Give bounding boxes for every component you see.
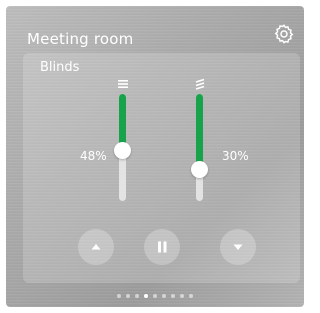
page-dot[interactable]	[171, 294, 175, 298]
angle-slider-track[interactable]	[191, 94, 208, 201]
page-dot[interactable]	[117, 294, 121, 298]
down-button[interactable]	[220, 229, 256, 265]
room-widget: Meeting room Blinds 48% 30%	[6, 6, 304, 307]
page-dot[interactable]	[162, 294, 166, 298]
up-button[interactable]	[78, 229, 114, 265]
panel-title: Blinds	[40, 60, 80, 75]
height-slider-track[interactable]	[114, 94, 131, 201]
blinds-panel: Blinds 48% 30%	[23, 53, 300, 283]
gear-icon[interactable]	[273, 23, 295, 45]
slat-angle-icon	[195, 78, 205, 90]
page-dot[interactable]	[126, 294, 130, 298]
page-indicator	[6, 294, 304, 298]
room-title: Meeting room	[27, 30, 134, 48]
page-dot[interactable]	[153, 294, 157, 298]
page-dot[interactable]	[189, 294, 193, 298]
height-value: 48%	[80, 149, 107, 163]
angle-slider-fill	[196, 94, 203, 169]
page-dot[interactable]	[180, 294, 184, 298]
angle-slider-thumb[interactable]	[191, 161, 208, 178]
pause-button[interactable]	[144, 229, 180, 265]
blind-height-icon	[118, 80, 128, 88]
page-dot[interactable]	[135, 294, 139, 298]
page-dot[interactable]	[144, 294, 148, 298]
angle-value: 30%	[222, 149, 249, 163]
triangle-up-icon	[91, 244, 101, 250]
height-slider-thumb[interactable]	[114, 142, 131, 159]
triangle-down-icon	[233, 244, 243, 250]
pause-icon	[158, 241, 167, 253]
